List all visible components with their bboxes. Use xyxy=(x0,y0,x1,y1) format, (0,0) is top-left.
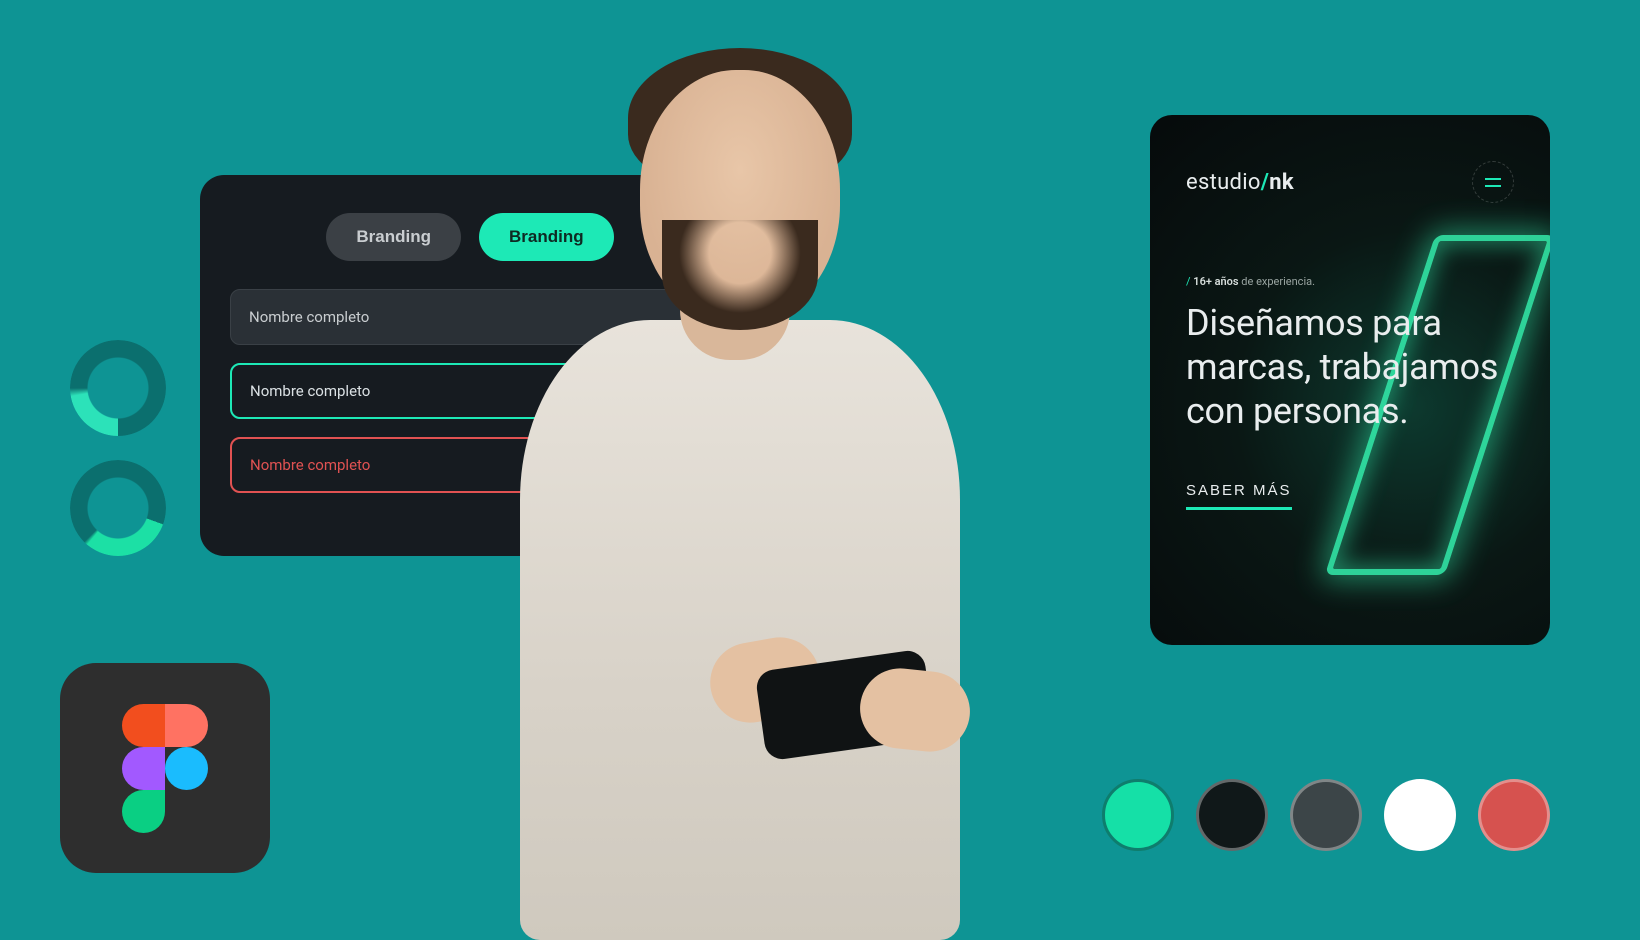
menu-icon xyxy=(1485,178,1501,180)
tagline-rest: de experiencia. xyxy=(1239,275,1315,288)
chip-branding-inactive[interactable]: Branding xyxy=(326,213,461,261)
brand-logo: estudio/nk xyxy=(1186,170,1294,195)
chip-row: Branding Branding xyxy=(230,213,710,261)
figma-logo-icon xyxy=(122,704,208,832)
figma-app-tile xyxy=(60,663,270,873)
tagline-years: 16+ años xyxy=(1193,275,1238,288)
brand-prefix: estudio xyxy=(1186,170,1261,195)
progress-spinner-1 xyxy=(70,340,166,436)
chip-branding-active[interactable]: Branding xyxy=(479,213,614,261)
brand-suffix: nk xyxy=(1269,170,1294,195)
color-palette xyxy=(1102,779,1550,851)
menu-button[interactable] xyxy=(1472,161,1514,203)
tagline: / 16+ años de experiencia. xyxy=(1186,275,1514,288)
swatch-grey xyxy=(1290,779,1362,851)
components-card: Branding Branding Nombre completo Nombre… xyxy=(200,175,740,556)
swatch-black xyxy=(1196,779,1268,851)
headline: Diseñamos para marcas, trabajamos con pe… xyxy=(1186,302,1514,434)
input-focused[interactable]: Nombre completo xyxy=(230,363,710,419)
swatch-teal xyxy=(1102,779,1174,851)
mobile-header: estudio/nk xyxy=(1186,161,1514,203)
brand-slash: / xyxy=(1261,170,1269,195)
input-error[interactable]: Nombre completo xyxy=(230,437,710,493)
mobile-mockup: estudio/nk / 16+ años de experiencia. Di… xyxy=(1150,115,1550,645)
phone-icon xyxy=(755,649,936,762)
tagline-slash: / xyxy=(1186,275,1191,288)
cta-saber-mas[interactable]: SABER MÁS xyxy=(1186,482,1292,510)
swatch-red xyxy=(1478,779,1550,851)
input-default[interactable]: Nombre completo xyxy=(230,289,710,345)
progress-spinner-2 xyxy=(70,460,166,556)
swatch-white xyxy=(1384,779,1456,851)
